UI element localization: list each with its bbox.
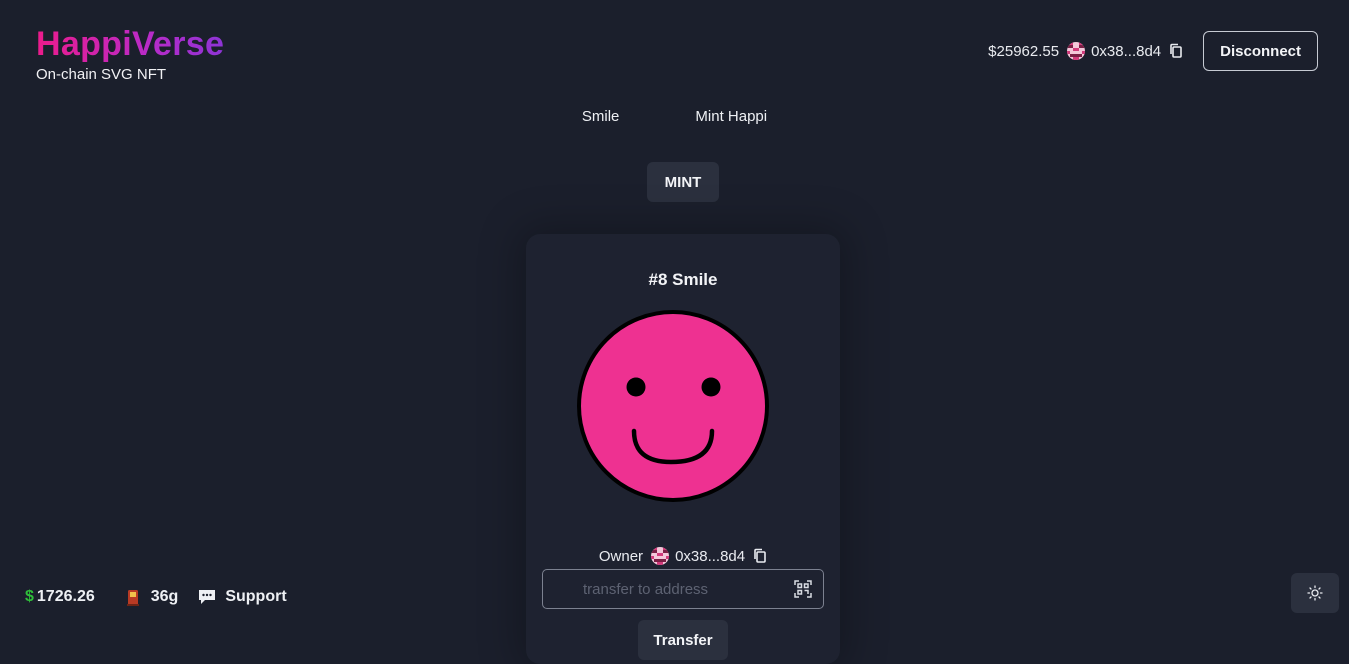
brand: HappiVerse On-chain SVG NFT — [36, 24, 224, 83]
gas-pump-icon — [126, 588, 141, 606]
disconnect-button[interactable]: Disconnect — [1203, 31, 1318, 71]
footer-bar: $ 1726.26 36g Support — [25, 588, 307, 606]
nav-item-smile[interactable]: Smile — [582, 108, 620, 125]
gas-price: 36g — [150, 588, 179, 605]
theme-toggle-button[interactable] — [1291, 573, 1339, 613]
nft-card: #8 Smile Owner 0x38...8d4 transfer to ad… — [526, 234, 840, 664]
smiley-face-image — [577, 310, 769, 502]
wallet-address[interactable]: 0x38...8d4 — [1091, 43, 1161, 60]
account-bar: $25962.55 0x38...8d4 Disconnect — [988, 31, 1318, 71]
owner-row: Owner 0x38...8d4 — [526, 547, 840, 565]
support-link[interactable]: Support — [198, 588, 287, 606]
app-title: HappiVerse — [36, 25, 225, 63]
support-label: Support — [225, 588, 287, 605]
owner-label: Owner — [598, 547, 644, 565]
wallet-balance: $25962.55 — [988, 42, 1060, 60]
nft-title: #8 Smile — [648, 270, 718, 289]
copy-icon[interactable] — [753, 548, 767, 564]
token-price: 1726.26 — [36, 588, 95, 605]
transfer-button[interactable]: Transfer — [638, 620, 728, 660]
transfer-address-input[interactable] — [543, 569, 794, 609]
dollar-icon: $ — [25, 588, 34, 605]
owner-address[interactable]: 0x38...8d4 — [675, 548, 745, 565]
app-subtitle: On-chain SVG NFT — [36, 66, 167, 83]
owner-blockie-icon — [651, 547, 670, 565]
mint-button[interactable]: MINT — [647, 162, 719, 202]
copy-icon[interactable] — [1169, 43, 1183, 59]
blockie-avatar-icon — [1067, 42, 1086, 60]
price-item: $ 1726.26 — [25, 588, 95, 606]
chat-icon — [198, 589, 216, 605]
sun-icon — [1307, 585, 1323, 601]
main-nav: Smile Mint Happi — [0, 108, 1349, 125]
nav-item-mint-happi[interactable]: Mint Happi — [695, 108, 767, 125]
qr-scan-icon[interactable] — [794, 580, 812, 598]
transfer-field — [542, 569, 824, 609]
gas-item: 36g — [115, 588, 179, 606]
